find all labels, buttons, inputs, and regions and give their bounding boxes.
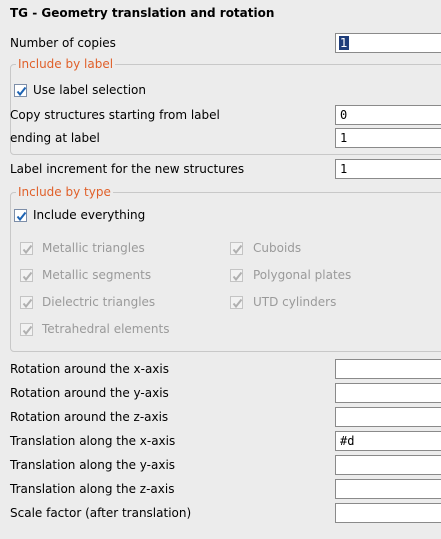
- start-label-label: Copy structures starting from label: [10, 108, 220, 122]
- checkmark-icon: [22, 271, 33, 282]
- rotation-x-field[interactable]: [335, 359, 441, 379]
- dielectric-triangles-checkbox[interactable]: [20, 296, 33, 309]
- rotation-z-label: Rotation around the z-axis: [10, 410, 169, 424]
- metallic-triangles-label: Metallic triangles: [42, 241, 145, 255]
- number-of-copies-label: Number of copies: [10, 36, 116, 50]
- number-of-copies-value: 1: [339, 36, 349, 50]
- rotation-y-field[interactable]: [335, 383, 441, 403]
- translation-x-field[interactable]: #d: [335, 431, 441, 451]
- rotation-y-label: Rotation around the y-axis: [10, 386, 169, 400]
- checkmark-icon: [22, 298, 33, 309]
- label-increment-label: Label increment for the new structures: [10, 162, 245, 176]
- checkmark-icon: [16, 86, 27, 97]
- checkmark-icon: [22, 325, 33, 336]
- scale-factor-label: Scale factor (after translation): [10, 506, 192, 520]
- utd-cylinders-label: UTD cylinders: [253, 295, 337, 309]
- rotation-z-field[interactable]: [335, 407, 441, 427]
- start-label-field[interactable]: 0: [335, 105, 441, 125]
- cuboids-checkbox[interactable]: [230, 242, 243, 255]
- metallic-triangles-checkbox[interactable]: [20, 242, 33, 255]
- translation-z-field[interactable]: [335, 479, 441, 499]
- number-of-copies-field[interactable]: 1: [335, 33, 441, 53]
- include-by-label-legend: Include by label: [16, 57, 116, 71]
- include-everything-checkbox[interactable]: [14, 209, 27, 222]
- tetrahedral-elements-checkbox[interactable]: [20, 323, 33, 336]
- include-everything-label: Include everything: [33, 208, 146, 222]
- utd-cylinders-checkbox[interactable]: [230, 296, 243, 309]
- label-increment-field[interactable]: 1: [335, 159, 441, 179]
- metallic-segments-checkbox[interactable]: [20, 269, 33, 282]
- checkmark-icon: [232, 271, 243, 282]
- dielectric-triangles-label: Dielectric triangles: [42, 295, 156, 309]
- use-label-selection-label: Use label selection: [33, 83, 147, 97]
- dialog-title: TG - Geometry translation and rotation: [10, 6, 275, 20]
- checkmark-icon: [16, 211, 27, 222]
- checkmark-icon: [22, 244, 33, 255]
- end-label-field[interactable]: 1: [335, 128, 441, 148]
- translation-y-label: Translation along the y-axis: [10, 458, 176, 472]
- cuboids-label: Cuboids: [253, 241, 302, 255]
- polygonal-plates-checkbox[interactable]: [230, 269, 243, 282]
- rotation-x-label: Rotation around the x-axis: [10, 362, 169, 376]
- use-label-selection-checkbox[interactable]: [14, 84, 27, 97]
- translation-y-field[interactable]: [335, 455, 441, 475]
- metallic-segments-label: Metallic segments: [42, 268, 152, 282]
- checkmark-icon: [232, 244, 243, 255]
- scale-factor-field[interactable]: [335, 503, 441, 523]
- translation-x-label: Translation along the x-axis: [10, 434, 176, 448]
- polygonal-plates-label: Polygonal plates: [253, 268, 352, 282]
- end-label-label: ending at label: [10, 131, 100, 145]
- include-by-type-legend: Include by type: [16, 185, 113, 199]
- tetrahedral-elements-label: Tetrahedral elements: [42, 322, 170, 336]
- checkmark-icon: [232, 298, 243, 309]
- translation-z-label: Translation along the z-axis: [10, 482, 175, 496]
